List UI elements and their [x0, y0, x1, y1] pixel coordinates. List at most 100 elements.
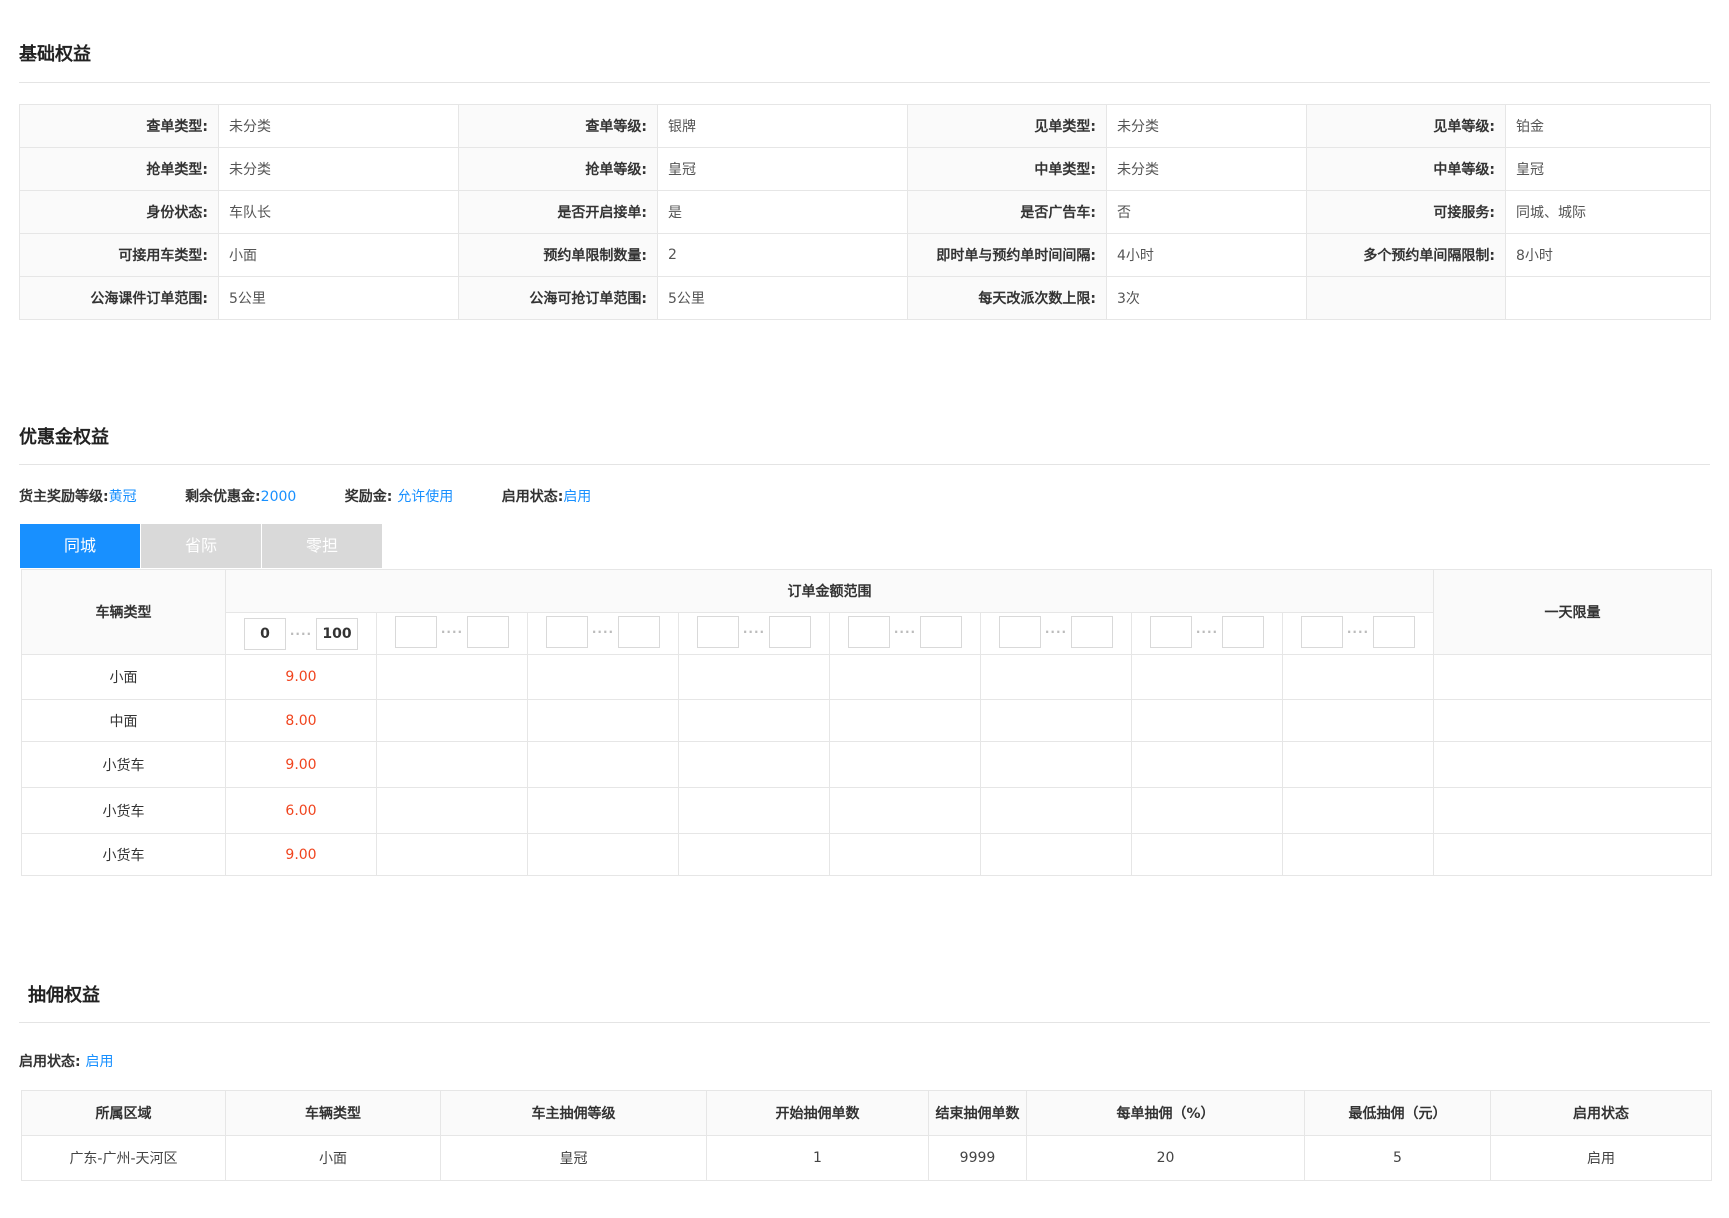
daily-limit-cell — [1433, 741, 1712, 788]
range-min-input[interactable] — [697, 615, 739, 648]
empty-cell — [527, 833, 679, 876]
basic-row: 抢单类型: 未分类 抢单等级: 皇冠 中单类型: 未分类 中单等级: 皇冠 — [19, 147, 1711, 191]
price-cell: 9.00 — [225, 654, 377, 700]
empty-cell — [376, 654, 528, 700]
empty-cell — [1131, 699, 1283, 742]
amount-range: ···· — [848, 615, 962, 648]
empty-cell — [678, 741, 830, 788]
field-label: 预约单限制数量: — [458, 233, 658, 277]
commission-cell: 启用 — [1490, 1135, 1712, 1181]
coupon-divider — [19, 464, 1710, 465]
field-value: 8小时 — [1505, 233, 1711, 277]
range-min-input[interactable] — [1301, 615, 1343, 648]
coupon-info-row: 货主奖励等级:黄冠 剩余优惠金:2000 奖励金: 允许使用 启用状态:启用 — [19, 486, 635, 506]
range-cell: ···· — [678, 612, 830, 655]
empty-cell — [527, 654, 679, 700]
empty-cell — [1131, 741, 1283, 788]
field-label — [1306, 276, 1506, 320]
field-value: 否 — [1106, 190, 1307, 234]
commission-header: 车辆类型 — [225, 1090, 441, 1136]
empty-cell — [678, 654, 830, 700]
table-row: 小面 9.00 — [21, 654, 1712, 700]
range-separator: ···· — [289, 626, 313, 641]
tab-inter-province[interactable]: 省际 — [141, 524, 261, 568]
range-cell: ···· — [527, 612, 679, 655]
field-label: 可接用车类型: — [19, 233, 219, 277]
range-min-input[interactable] — [546, 615, 588, 648]
empty-cell — [376, 699, 528, 742]
commission-cell: 广东-广州-天河区 — [21, 1135, 226, 1181]
field-value: 铂金 — [1505, 104, 1711, 148]
range-cell: ···· — [1282, 612, 1434, 655]
field-value: 未分类 — [218, 147, 459, 191]
empty-cell — [829, 741, 981, 788]
commission-status-value: 启用 — [85, 1054, 114, 1070]
field-value: 未分类 — [1106, 147, 1307, 191]
range-min-input[interactable]: 0 — [244, 617, 286, 650]
field-value: 4小时 — [1106, 233, 1307, 277]
commission-header: 每单抽佣（%） — [1026, 1090, 1305, 1136]
commission-divider — [19, 1022, 1710, 1023]
empty-cell — [678, 699, 830, 742]
range-max-input[interactable] — [1071, 615, 1113, 648]
range-min-input[interactable] — [848, 615, 890, 648]
empty-cell — [980, 787, 1132, 834]
basic-rights-table: 查单类型: 未分类 查单等级: 银牌 见单类型: 未分类 见单等级: 铂金 抢单类型: 未分类 抢单… — [19, 104, 1711, 320]
field-label: 多个预约单间隔限制: — [1306, 233, 1506, 277]
price-cell: 9.00 — [225, 833, 377, 876]
range-max-input[interactable] — [467, 615, 509, 648]
range-cell: ···· — [1131, 612, 1283, 655]
field-label: 抢单类型: — [19, 147, 219, 191]
tab-same-city[interactable]: 同城 — [20, 524, 140, 568]
range-separator: ···· — [440, 624, 464, 639]
commission-cell: 20 — [1026, 1135, 1305, 1181]
commission-header: 结束抽佣单数 — [928, 1090, 1027, 1136]
header-order-range: 订单金额范围 — [225, 569, 1434, 613]
field-label: 是否开启接单: — [458, 190, 658, 234]
coupon-price-table: 车辆类型 订单金额范围 一天限量 0 ···· 100 ···· ···· ···· ···… — [21, 569, 1712, 876]
empty-cell — [1131, 833, 1283, 876]
range-cell: ···· — [829, 612, 981, 655]
vehicle-type-cell: 中面 — [21, 699, 226, 742]
range-max-input[interactable] — [1222, 615, 1264, 648]
remaining-coupon-item: 剩余优惠金:2000 — [185, 489, 297, 505]
range-max-input[interactable] — [920, 615, 962, 648]
range-min-input[interactable] — [395, 615, 437, 648]
range-max-input[interactable]: 100 — [316, 617, 358, 650]
vehicle-type-cell: 小货车 — [21, 787, 226, 834]
reward-level-item: 货主奖励等级:黄冠 — [19, 489, 137, 505]
range-separator: ···· — [1044, 624, 1068, 639]
field-value: 未分类 — [218, 104, 459, 148]
range-max-input[interactable] — [618, 615, 660, 648]
range-min-input[interactable] — [1150, 615, 1192, 648]
empty-cell — [527, 741, 679, 788]
daily-limit-cell — [1433, 699, 1712, 742]
field-label: 是否广告车: — [907, 190, 1107, 234]
field-label: 公海课件订单范围: — [19, 276, 219, 320]
empty-cell — [1282, 787, 1434, 834]
field-value: 5公里 — [218, 276, 459, 320]
table-row: 小货车 9.00 — [21, 741, 1712, 788]
field-value: 3次 — [1106, 276, 1307, 320]
empty-cell — [1282, 741, 1434, 788]
tab-less-than-truckload[interactable]: 零担 — [262, 524, 382, 568]
range-min-input[interactable] — [999, 615, 1041, 648]
coupon-tabs: 同城 省际 零担 — [20, 524, 383, 568]
empty-cell — [1282, 833, 1434, 876]
empty-cell — [527, 699, 679, 742]
amount-range: ···· — [999, 615, 1113, 648]
field-label: 查单类型: — [19, 104, 219, 148]
empty-cell — [527, 787, 679, 834]
field-label: 见单类型: — [907, 104, 1107, 148]
range-cell: 0 ···· 100 — [225, 612, 377, 655]
basic-divider — [19, 82, 1710, 83]
field-value: 银牌 — [657, 104, 908, 148]
range-max-input[interactable] — [1373, 615, 1415, 648]
range-max-input[interactable] — [769, 615, 811, 648]
enable-status-item: 启用状态:启用 — [501, 489, 592, 505]
basic-row: 身份状态: 车队长 是否开启接单: 是是否广告车: 否可接服务: 同城、城际 — [19, 190, 1711, 234]
amount-range: ···· — [1150, 615, 1264, 648]
field-value: 皇冠 — [1505, 147, 1711, 191]
table-row: 小货车 6.00 — [21, 787, 1712, 834]
field-label: 查单等级: — [458, 104, 658, 148]
